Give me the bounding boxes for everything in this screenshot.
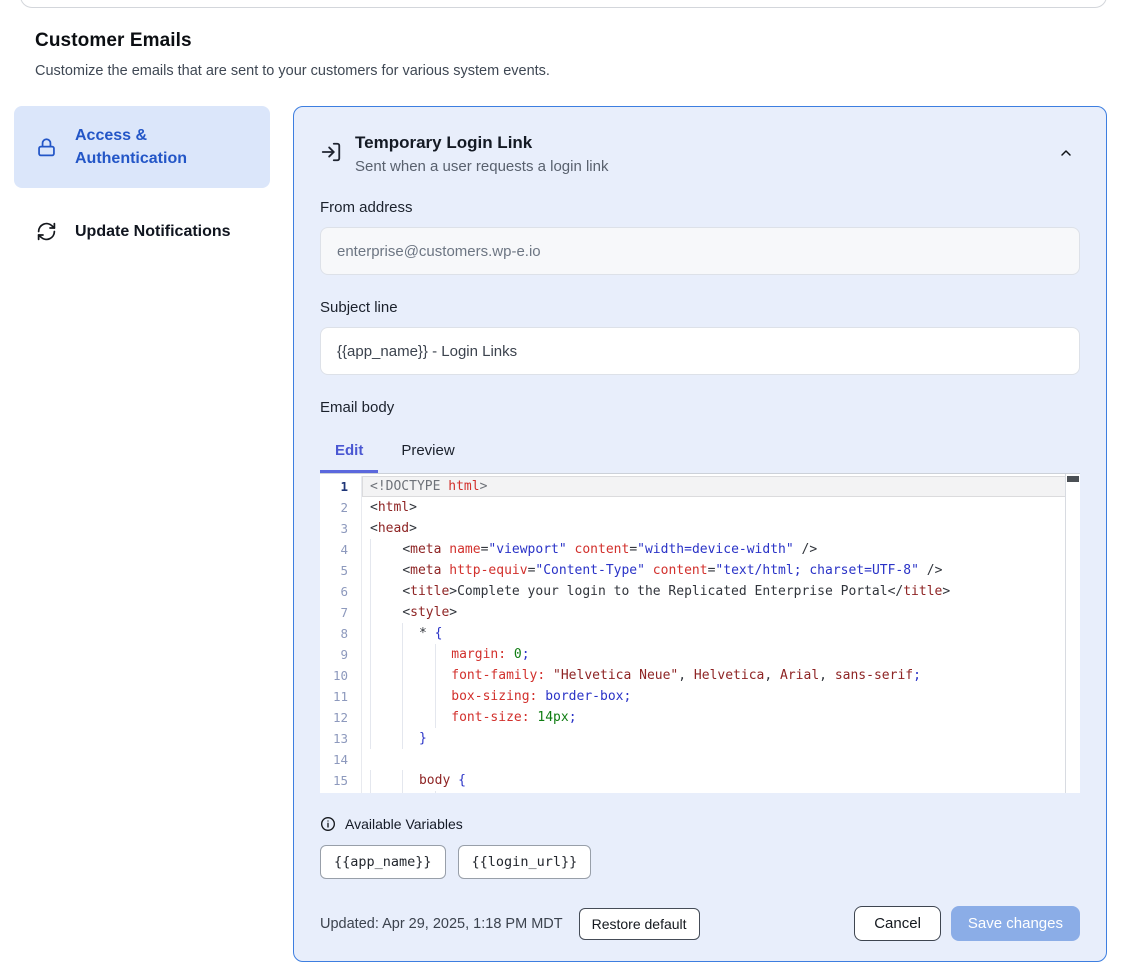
line-number: 7 <box>320 602 362 623</box>
code-line: 3<head> <box>320 518 1080 539</box>
restore-default-button[interactable]: Restore default <box>579 908 700 940</box>
email-body-label: Email body <box>320 399 1080 416</box>
subject-line-label: Subject line <box>320 299 1080 316</box>
email-body-tabbar: Edit Preview <box>320 432 1080 473</box>
code-line: 16 background-color: #ffffff; <box>320 791 1080 793</box>
editor-scrollbar-thumb[interactable] <box>1067 476 1079 482</box>
chevron-up-icon <box>1058 145 1074 161</box>
code-line: 8 * { <box>320 623 1080 644</box>
panel-header: Temporary Login Link Sent when a user re… <box>320 133 1080 175</box>
code-line: 13 } <box>320 728 1080 749</box>
code-line: 7 <style> <box>320 602 1080 623</box>
info-icon <box>320 816 336 832</box>
line-number: 1 <box>320 476 362 497</box>
code-line: 6 <title>Complete your login to the Repl… <box>320 581 1080 602</box>
line-number: 13 <box>320 728 362 749</box>
subject-line-input[interactable] <box>320 327 1080 375</box>
variable-chip-login-url[interactable]: {{login_url}} <box>458 845 592 879</box>
lock-icon <box>36 137 57 158</box>
line-number: 11 <box>320 686 362 707</box>
line-number: 16 <box>320 791 362 793</box>
variable-chip-app-name[interactable]: {{app_name}} <box>320 845 446 879</box>
code-line: 1<!DOCTYPE html> <box>320 476 1080 497</box>
line-number: 4 <box>320 539 362 560</box>
sidebar-item-update-notifications[interactable]: Update Notifications <box>14 210 270 253</box>
line-number: 10 <box>320 665 362 686</box>
save-changes-button[interactable]: Save changes <box>951 906 1080 941</box>
updated-timestamp: Updated: Apr 29, 2025, 1:18 PM MDT <box>320 916 563 932</box>
variable-chips: {{app_name}} {{login_url}} <box>320 845 1080 879</box>
code-lines: 1<!DOCTYPE html>2<html>3<head>4 <meta na… <box>320 474 1080 793</box>
line-number: 12 <box>320 707 362 728</box>
tab-preview[interactable]: Preview <box>386 432 469 473</box>
available-variables-header: Available Variables <box>320 816 1080 832</box>
sidebar-item-label: Update Notifications <box>75 220 231 243</box>
sidebar-item-label: Access & Authentication <box>75 124 207 170</box>
code-line: 14 <box>320 749 1080 770</box>
page-title: Customer Emails <box>35 30 1093 52</box>
panel-title: Temporary Login Link <box>355 133 1039 153</box>
sidebar: Access & Authentication Update Notificat… <box>14 106 270 254</box>
from-address-input[interactable] <box>320 227 1080 275</box>
code-editor[interactable]: 1<!DOCTYPE html>2<html>3<head>4 <meta na… <box>320 473 1080 793</box>
panel-subtitle: Sent when a user requests a login link <box>355 158 1039 175</box>
code-line: 11 box-sizing: border-box; <box>320 686 1080 707</box>
editor-scrollbar[interactable] <box>1065 474 1080 793</box>
code-line: 10 font-family: "Helvetica Neue", Helvet… <box>320 665 1080 686</box>
code-line: 15 body { <box>320 770 1080 791</box>
email-settings-panel: Temporary Login Link Sent when a user re… <box>293 106 1107 962</box>
line-number: 8 <box>320 623 362 644</box>
line-number: 15 <box>320 770 362 791</box>
refresh-icon <box>36 221 57 242</box>
code-line: 5 <meta http-equiv="Content-Type" conten… <box>320 560 1080 581</box>
code-line: 2<html> <box>320 497 1080 518</box>
cancel-button[interactable]: Cancel <box>854 906 941 941</box>
line-number: 14 <box>320 749 362 770</box>
page-subtitle: Customize the emails that are sent to yo… <box>35 63 1093 79</box>
collapse-button[interactable] <box>1052 139 1080 167</box>
previous-card-bottom-edge <box>20 0 1107 8</box>
line-number: 5 <box>320 560 362 581</box>
line-number: 2 <box>320 497 362 518</box>
page-header: Customer Emails Customize the emails tha… <box>0 0 1128 79</box>
code-line: 9 margin: 0; <box>320 644 1080 665</box>
code-line: 4 <meta name="viewport" content="width=d… <box>320 539 1080 560</box>
available-variables-label: Available Variables <box>345 816 463 832</box>
log-in-icon <box>320 141 342 163</box>
line-number: 9 <box>320 644 362 665</box>
line-number: 6 <box>320 581 362 602</box>
tab-edit[interactable]: Edit <box>320 432 378 473</box>
panel-footer: Updated: Apr 29, 2025, 1:18 PM MDT Resto… <box>320 906 1080 941</box>
from-address-label: From address <box>320 199 1080 216</box>
sidebar-item-access-authentication[interactable]: Access & Authentication <box>14 106 270 188</box>
code-line: 12 font-size: 14px; <box>320 707 1080 728</box>
line-number: 3 <box>320 518 362 539</box>
